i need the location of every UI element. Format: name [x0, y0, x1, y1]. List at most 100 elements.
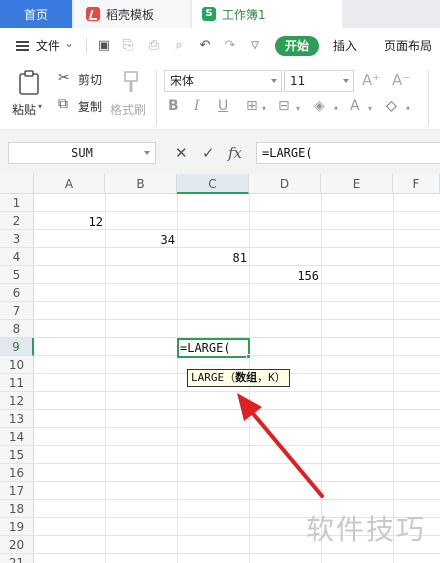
increase-font-icon[interactable]: A⁺ — [362, 71, 380, 89]
row-header-15[interactable]: 15 — [0, 446, 34, 464]
column-gridline — [177, 194, 178, 563]
cell-a2[interactable]: 12 — [36, 213, 103, 231]
bold-icon[interactable]: B — [168, 98, 179, 114]
row-header-11[interactable]: 11 — [0, 374, 34, 392]
row-gridline — [34, 283, 440, 284]
menu-start[interactable]: 开始 — [275, 36, 319, 56]
export-pdf-icon[interactable]: ⎘ — [120, 38, 136, 54]
chevron-down-icon[interactable]: ▾ — [296, 104, 300, 113]
row-header-4[interactable]: 4 — [0, 248, 34, 266]
eraser-icon[interactable]: ◇ — [386, 98, 397, 114]
italic-icon[interactable]: I — [194, 98, 200, 114]
row-header-21[interactable]: 21 — [0, 554, 34, 563]
row-gridline — [34, 319, 440, 320]
print-icon[interactable]: ⎙ — [146, 38, 162, 54]
column-header-e[interactable]: E — [321, 174, 393, 194]
row-gridline — [34, 553, 440, 554]
menu-bar: 文件 ⌄ ▣ ⎘ ⎙ ⌕ ↶ ↷ ▽ 开始 插入 页面布局 — [0, 28, 440, 64]
divider — [156, 70, 157, 126]
row-header-7[interactable]: 7 — [0, 302, 34, 320]
row-header-13[interactable]: 13 — [0, 410, 34, 428]
tab-home[interactable]: 首页 — [0, 0, 72, 28]
cell-d5[interactable]: 156 — [251, 267, 319, 285]
font-name-value: 宋体 — [170, 74, 195, 88]
more-dropdown-icon[interactable]: ▽ — [247, 38, 263, 54]
column-header-a[interactable]: A — [34, 174, 105, 194]
fill-pattern-icon[interactable]: ⊟ — [278, 98, 290, 114]
row-gridline — [34, 427, 440, 428]
print-preview-icon[interactable]: ⌕ — [171, 38, 187, 54]
column-header-f[interactable]: F — [393, 174, 440, 194]
row-header-3[interactable]: 3 — [0, 230, 34, 248]
chevron-down-icon[interactable]: ⌄ — [64, 36, 74, 50]
menu-insert[interactable]: 插入 — [333, 37, 357, 54]
name-box-value: SUM — [71, 146, 93, 160]
row-header-5[interactable]: 5 — [0, 266, 34, 284]
row-header-9[interactable]: 9 — [0, 338, 34, 356]
copy-button[interactable]: ⧉ 复制 — [58, 96, 106, 115]
row-header-1[interactable]: 1 — [0, 194, 34, 212]
cut-button[interactable]: ✂ 剪切 — [58, 70, 106, 88]
confirm-icon[interactable]: ✓ — [202, 144, 215, 162]
font-name-select[interactable]: 宋体 — [164, 70, 282, 92]
fill-color-icon[interactable]: ◈ — [314, 98, 325, 114]
row-header-6[interactable]: 6 — [0, 284, 34, 302]
row-gridline — [34, 391, 440, 392]
menu-file[interactable]: 文件 — [36, 37, 60, 54]
chevron-down-icon[interactable]: ▾ — [368, 104, 372, 113]
chevron-down-icon[interactable]: ▾ — [334, 104, 338, 113]
column-header-c[interactable]: C — [177, 174, 249, 194]
font-size-select[interactable]: 11 — [284, 70, 354, 92]
formula-input[interactable]: =LARGE( — [256, 142, 440, 164]
row-header-17[interactable]: 17 — [0, 482, 34, 500]
select-all-corner[interactable] — [0, 174, 34, 194]
name-box[interactable]: SUM — [8, 142, 156, 164]
spreadsheet-grid[interactable]: A B C D E F 1 2 3 4 5 6 7 8 9 10 11 12 13 14 15 16 17 18 1… — [0, 174, 440, 563]
row-header-16[interactable]: 16 — [0, 464, 34, 482]
row-header-20[interactable]: 20 — [0, 536, 34, 554]
undo-icon[interactable]: ↶ — [197, 38, 213, 54]
formula-bar: SUM ✕ ✓ fx =LARGE( — [0, 130, 440, 174]
ribbon: 粘贴 ▾ ✂ 剪切 ⧉ 复制 格式刷 宋体 11 A⁺ A⁻ B I U ⊞ ▾… — [0, 64, 440, 130]
paste-label: 粘贴 — [12, 103, 37, 117]
row-gridline — [34, 409, 440, 410]
row-header-18[interactable]: 18 — [0, 500, 34, 518]
tab-workbook-label: 工作簿1 — [222, 7, 266, 22]
column-header-b[interactable]: B — [105, 174, 177, 194]
row-header-10[interactable]: 10 — [0, 356, 34, 374]
border-icon[interactable]: ⊞ — [246, 98, 258, 114]
save-icon[interactable]: ▣ — [96, 38, 112, 54]
cell-c4[interactable]: 81 — [179, 249, 247, 267]
row-gridline — [34, 247, 440, 248]
row-gridline — [34, 211, 440, 212]
tab-workbook[interactable]: S 工作簿1 — [192, 0, 342, 28]
font-color-icon[interactable]: A — [350, 98, 360, 114]
row-header-8[interactable]: 8 — [0, 320, 34, 338]
insert-function-button[interactable]: fx — [228, 144, 242, 162]
underline-icon[interactable]: U — [218, 98, 228, 114]
row-header-19[interactable]: 19 — [0, 518, 34, 536]
decrease-font-icon[interactable]: A⁻ — [392, 71, 410, 89]
menu-page-layout[interactable]: 页面布局 — [384, 37, 432, 54]
tab-template[interactable]: 稻壳模板 — [74, 0, 190, 28]
redo-icon[interactable]: ↷ — [222, 38, 238, 54]
fill-handle[interactable] — [246, 354, 251, 359]
chevron-down-icon[interactable]: ▾ — [406, 104, 410, 113]
format-painter-button[interactable]: 格式刷 — [110, 68, 152, 124]
menu-icon[interactable] — [16, 41, 29, 51]
active-cell-c9[interactable]: =LARGE( — [177, 338, 250, 358]
brush-icon — [124, 71, 138, 92]
paste-button[interactable]: 粘贴 ▾ — [10, 68, 48, 124]
tooltip-arg-array: 数组 — [235, 371, 258, 384]
chevron-down-icon[interactable]: ▾ — [262, 104, 266, 113]
watermark-text: 软件技巧 — [306, 513, 427, 546]
row-header-2[interactable]: 2 — [0, 212, 34, 230]
tooltip-open-paren: （ — [224, 371, 236, 384]
column-header-d[interactable]: D — [249, 174, 321, 194]
row-header-12[interactable]: 12 — [0, 392, 34, 410]
cell-b3[interactable]: 34 — [107, 231, 175, 249]
row-header-14[interactable]: 14 — [0, 428, 34, 446]
chevron-down-icon — [271, 79, 277, 83]
cancel-icon[interactable]: ✕ — [175, 144, 188, 162]
scissors-icon: ✂ — [58, 70, 70, 86]
